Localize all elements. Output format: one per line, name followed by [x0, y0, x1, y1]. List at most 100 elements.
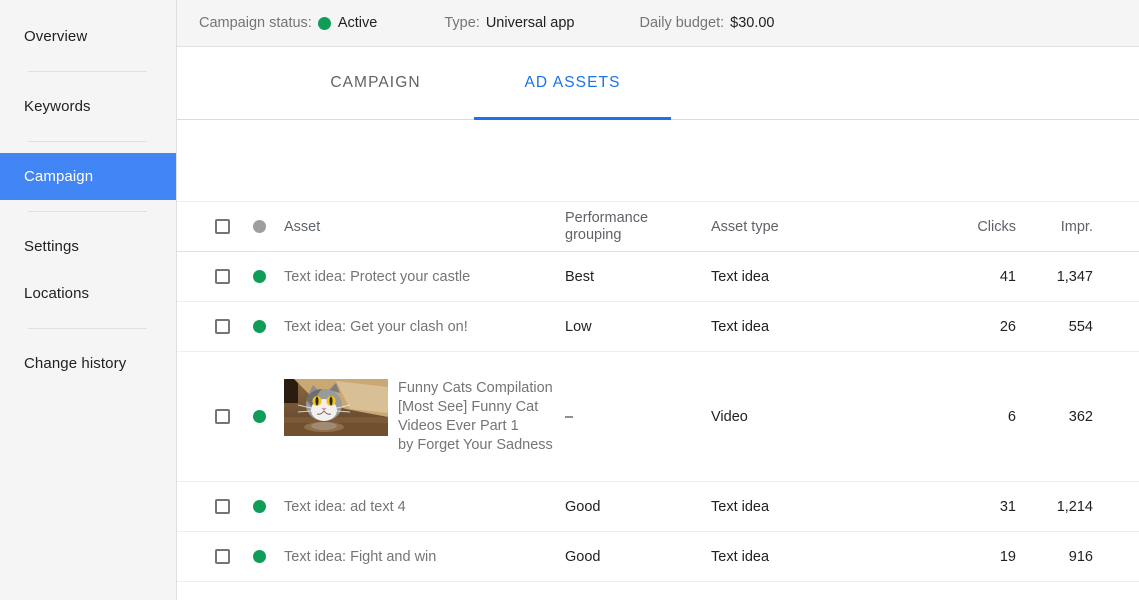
ad-assets-table: Asset Performance grouping Asset type Cl…	[177, 202, 1139, 582]
sidebar-divider	[28, 71, 147, 72]
status-enabled-dot-icon	[253, 500, 266, 513]
cell-asset: Text idea: Protect your castle	[275, 269, 565, 285]
campaign-status-value: Active	[338, 15, 378, 31]
cell-performance-grouping: Low	[565, 319, 711, 335]
cat-video-thumbnail[interactable]	[284, 379, 388, 436]
sidebar-divider	[28, 211, 147, 212]
status-active-dot-icon	[318, 17, 331, 30]
select-all-checkbox-cell[interactable]	[177, 219, 243, 234]
sidebar-divider	[28, 328, 147, 329]
table-row[interactable]: Funny Cats Compilation [Most See] Funny …	[177, 352, 1139, 482]
row-checkbox[interactable]	[215, 269, 230, 284]
toolbar-area	[177, 120, 1139, 202]
campaign-type-label: Type:	[444, 15, 479, 31]
row-checkbox[interactable]	[215, 319, 230, 334]
tab-label: CAMPAIGN	[330, 74, 420, 92]
cell-asset-type: Video	[711, 409, 911, 425]
sidebar-item-keywords[interactable]: Keywords	[0, 83, 176, 130]
status-enabled-dot-icon	[253, 550, 266, 563]
cell-performance-grouping: –	[565, 409, 711, 425]
cell-performance-grouping: Good	[565, 499, 711, 515]
table-row[interactable]: Text idea: Fight and win Good Text idea …	[177, 532, 1139, 582]
column-header-label-line2: grouping	[565, 227, 711, 244]
main-content: Campaign status: Active Type: Universal …	[177, 0, 1139, 600]
column-header-label: Asset type	[711, 219, 779, 235]
row-checkbox-cell[interactable]	[177, 269, 243, 284]
sidebar-divider	[28, 141, 147, 142]
cell-asset: Text idea: Fight and win	[275, 549, 565, 565]
column-header-impressions[interactable]: Impr.	[1016, 219, 1139, 235]
sidebar-item-overview[interactable]: Overview	[0, 13, 176, 60]
daily-budget-label: Daily budget:	[639, 15, 724, 31]
sidebar-item-settings[interactable]: Settings	[0, 223, 176, 270]
cell-performance-grouping: Best	[565, 269, 711, 285]
cell-asset-title: Funny Cats Compilation [Most See] Funny …	[398, 379, 558, 436]
column-header-clicks[interactable]: Clicks	[911, 219, 1016, 235]
row-checkbox[interactable]	[215, 409, 230, 424]
row-status-cell	[243, 410, 275, 423]
cell-impressions: 554	[1016, 319, 1139, 335]
row-checkbox-cell[interactable]	[177, 499, 243, 514]
cell-asset: Text idea: ad text 4	[275, 499, 565, 515]
cell-impressions: 916	[1016, 549, 1139, 565]
cell-clicks: 19	[911, 549, 1016, 565]
sidebar-item-locations[interactable]: Locations	[0, 270, 176, 317]
campaign-type-group: Type: Universal app	[444, 15, 574, 31]
daily-budget-value: $30.00	[730, 15, 774, 31]
cell-performance-grouping: Good	[565, 549, 711, 565]
cell-clicks: 6	[911, 409, 1016, 425]
column-header-asset[interactable]: Asset	[275, 219, 565, 235]
cell-asset-type: Text idea	[711, 499, 911, 515]
status-enabled-dot-icon	[253, 410, 266, 423]
sidebar: Overview Keywords Campaign Settings Loca…	[0, 0, 177, 600]
sidebar-item-label: Settings	[24, 238, 79, 255]
tab-campaign[interactable]: CAMPAIGN	[277, 47, 474, 119]
column-header-performance-grouping[interactable]: Performance grouping	[565, 210, 711, 244]
table-row[interactable]: Text idea: Get your clash on! Low Text i…	[177, 302, 1139, 352]
cell-asset-type: Text idea	[711, 549, 911, 565]
cell-clicks: 41	[911, 269, 1016, 285]
cell-impressions: 1,214	[1016, 499, 1139, 515]
daily-budget-group: Daily budget: $30.00	[639, 15, 774, 31]
campaign-status-bar: Campaign status: Active Type: Universal …	[177, 0, 1139, 47]
cell-impressions: 1,347	[1016, 269, 1139, 285]
sidebar-item-label: Campaign	[24, 168, 93, 185]
table-row[interactable]: Text idea: Protect your castle Best Text…	[177, 252, 1139, 302]
sidebar-item-change-history[interactable]: Change history	[0, 340, 176, 387]
select-all-checkbox[interactable]	[215, 219, 230, 234]
sidebar-item-label: Keywords	[24, 98, 91, 115]
cell-asset-type: Text idea	[711, 269, 911, 285]
sidebar-item-label: Locations	[24, 285, 89, 302]
row-checkbox-cell[interactable]	[177, 409, 243, 424]
column-header-label: Asset	[284, 219, 320, 235]
cell-asset: Text idea: Get your clash on!	[275, 319, 565, 335]
status-dot-icon	[253, 220, 266, 233]
cell-asset-type: Text idea	[711, 319, 911, 335]
status-enabled-dot-icon	[253, 270, 266, 283]
tab-ad-assets[interactable]: AD ASSETS	[474, 47, 671, 119]
row-status-cell	[243, 270, 275, 283]
column-header-asset-type[interactable]: Asset type	[711, 219, 911, 235]
app-root: Overview Keywords Campaign Settings Loca…	[0, 0, 1139, 600]
row-status-cell	[243, 320, 275, 333]
sidebar-item-campaign[interactable]: Campaign	[0, 153, 176, 200]
tab-bar: CAMPAIGN AD ASSETS	[177, 47, 1139, 120]
sidebar-item-label: Change history	[24, 355, 126, 372]
sidebar-item-label: Overview	[24, 28, 87, 45]
column-header-label-line1: Performance	[565, 210, 711, 227]
campaign-status-group: Campaign status: Active	[199, 15, 377, 31]
campaign-status-label: Campaign status:	[199, 15, 312, 31]
cell-clicks: 31	[911, 499, 1016, 515]
column-header-label: Clicks	[977, 219, 1016, 235]
row-checkbox[interactable]	[215, 549, 230, 564]
table-row[interactable]: Text idea: ad text 4 Good Text idea 31 1…	[177, 482, 1139, 532]
tab-label: AD ASSETS	[524, 74, 620, 92]
cell-asset: Funny Cats Compilation [Most See] Funny …	[275, 379, 565, 455]
cell-impressions: 362	[1016, 409, 1139, 425]
row-checkbox-cell[interactable]	[177, 549, 243, 564]
column-header-label: Impr.	[1061, 219, 1093, 235]
row-checkbox[interactable]	[215, 499, 230, 514]
row-status-cell	[243, 500, 275, 513]
row-checkbox-cell[interactable]	[177, 319, 243, 334]
cell-asset-byline: by Forget Your Sadness	[398, 436, 558, 455]
